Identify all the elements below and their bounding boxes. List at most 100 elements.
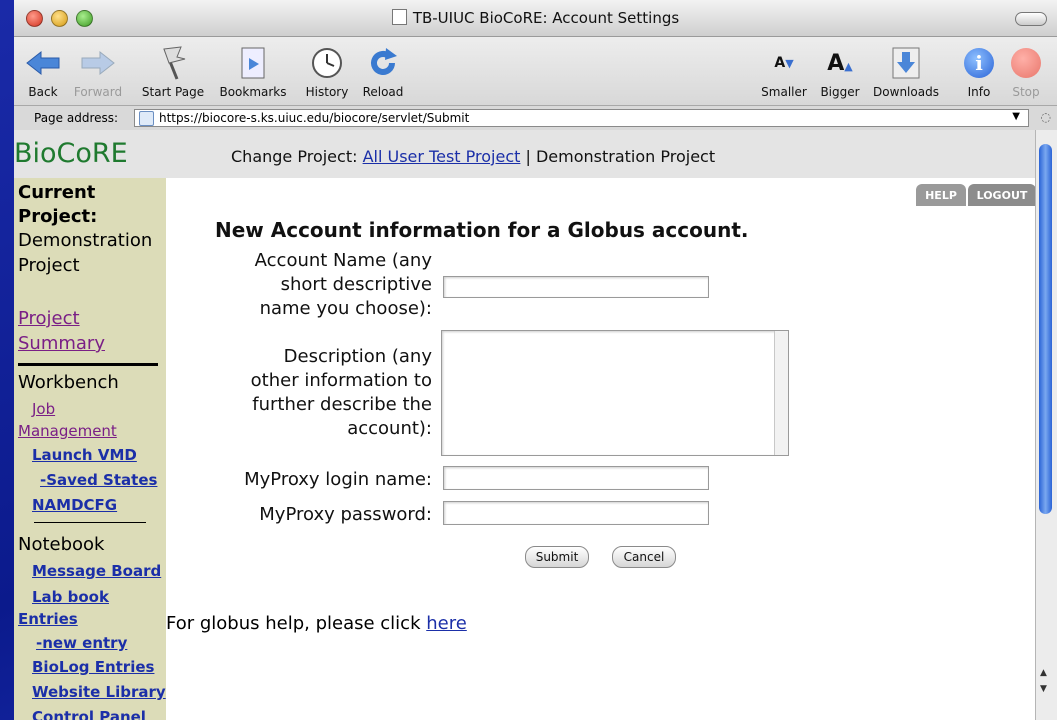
account-name-input[interactable] [443, 276, 709, 298]
reload-label: Reload [362, 85, 404, 99]
description-label-line-1: Description (any [283, 346, 432, 367]
page-content: BioCoRE Change Project: All User Test Pr… [14, 130, 1036, 720]
control-panel-link[interactable]: Control Panel [32, 708, 146, 720]
browser-toolbar: Back Forward Start Page Bookmarks Histor… [14, 37, 1057, 106]
smaller-text-button[interactable]: A▼ Smaller [756, 41, 812, 99]
myproxy-password-input[interactable] [443, 501, 709, 525]
address-bar: Page address: https://biocore-s.ks.uiuc.… [14, 106, 1057, 131]
title-bar: TB-UIUC BioCoRE: Account Settings [14, 0, 1057, 37]
url-field[interactable]: https://biocore-s.ks.uiuc.edu/biocore/se… [134, 109, 1029, 127]
window-title-text: TB-UIUC BioCoRE: Account Settings [412, 9, 680, 27]
history-label: History [305, 85, 349, 99]
description-label-line-4: account): [347, 418, 432, 439]
myproxy-login-label: MyProxy login name: [244, 469, 432, 490]
bigger-label: Bigger [820, 85, 860, 99]
toolbar-toggle-button[interactable] [1015, 12, 1047, 26]
myproxy-login-input[interactable] [443, 466, 709, 490]
bookmarks-label: Bookmarks [219, 85, 287, 99]
bookmarks-button[interactable]: Bookmarks [216, 41, 290, 99]
bigger-text-icon: A▲ [827, 50, 853, 76]
page-heading: New Account information for a Globus acc… [215, 218, 749, 242]
job-management-link-2[interactable]: Management [18, 422, 117, 440]
stop-button[interactable]: Stop [1008, 41, 1044, 99]
saved-states-link[interactable]: -Saved States [40, 471, 157, 489]
sidebar: Current Project: Demonstration Project P… [14, 178, 166, 720]
document-icon [391, 9, 407, 25]
scroll-down-arrow-icon[interactable]: ▼ [1040, 684, 1047, 694]
window-title: TB-UIUC BioCoRE: Account Settings [14, 9, 1057, 27]
description-label-line-3: further describe the [252, 394, 432, 415]
description-textarea[interactable] [441, 330, 789, 456]
launch-vmd-link[interactable]: Launch VMD [32, 446, 137, 464]
downloads-label: Downloads [873, 85, 939, 99]
current-project-label-2: Project: [18, 206, 98, 227]
page-address-label: Page address: [34, 111, 119, 125]
change-project-bar: Change Project: All User Test Project | … [231, 147, 715, 166]
forward-arrow-icon [81, 50, 115, 76]
description-label: Description (any other information to fu… [206, 345, 432, 441]
reload-icon [371, 48, 397, 75]
scroll-up-arrow-icon[interactable]: ▲ [1040, 668, 1047, 678]
bigger-text-button[interactable]: A▲ Bigger [816, 41, 864, 100]
bookmarks-book-icon [241, 47, 265, 79]
downloads-button[interactable]: Downloads [870, 41, 942, 99]
url-dropdown-icon[interactable]: ▼ [1012, 111, 1020, 122]
info-button[interactable]: i Info [962, 41, 996, 99]
start-page-label: Start Page [141, 85, 205, 99]
project-separator: | [525, 147, 531, 166]
workbench-heading: Workbench [18, 372, 119, 393]
current-project-label-1: Current [18, 182, 96, 203]
smaller-text-icon: A▼ [774, 55, 794, 71]
start-page-flag-icon [163, 46, 186, 80]
browser-window: TB-UIUC BioCoRE: Account Settings Back F… [14, 0, 1057, 720]
current-project-value-2: Project [18, 255, 80, 276]
account-name-label-line-3: name you choose): [259, 298, 432, 319]
stop-icon [1011, 48, 1041, 78]
stop-label: Stop [1012, 85, 1040, 99]
submit-button[interactable]: Submit [525, 546, 589, 568]
account-name-label: Account Name (any short descriptive name… [206, 249, 432, 321]
biocore-logo: BioCoRE [14, 138, 128, 169]
all-user-test-project-link[interactable]: All User Test Project [363, 147, 521, 166]
account-name-label-line-1: Account Name (any [254, 250, 432, 271]
history-button[interactable]: History [300, 41, 354, 99]
sidebar-divider-1 [18, 363, 158, 366]
start-page-button[interactable]: Start Page [136, 41, 210, 99]
new-entry-link[interactable]: -new entry [36, 634, 127, 652]
back-arrow-icon [26, 50, 60, 76]
job-management-link-1[interactable]: Job [32, 400, 55, 418]
namdcfg-link[interactable]: NAMDCFG [32, 496, 117, 514]
url-text: https://biocore-s.ks.uiuc.edu/biocore/se… [159, 111, 470, 125]
description-scrollbar[interactable] [774, 331, 788, 455]
forward-button[interactable]: Forward [70, 41, 126, 99]
account-name-label-line-2: short descriptive [280, 274, 432, 295]
main-panel: HELP LOGOUT New Account information for … [166, 178, 1036, 720]
back-label: Back [28, 85, 58, 99]
lab-book-link-2[interactable]: Entries [18, 610, 78, 628]
site-favicon-icon [139, 111, 154, 126]
info-icon: i [964, 48, 994, 78]
change-project-label: Change Project: [231, 147, 358, 166]
myproxy-password-label: MyProxy password: [259, 504, 432, 525]
reload-button[interactable]: Reload [356, 41, 410, 99]
biocore-header: BioCoRE Change Project: All User Test Pr… [14, 130, 1036, 178]
history-clock-icon [312, 48, 342, 78]
logout-button[interactable]: LOGOUT [968, 184, 1036, 206]
globus-help-link[interactable]: here [426, 613, 467, 634]
smaller-label: Smaller [761, 85, 807, 99]
lab-book-link-1[interactable]: Lab book [32, 588, 109, 606]
project-summary-link-2[interactable]: Summary [18, 333, 105, 354]
message-board-link[interactable]: Message Board [32, 562, 161, 580]
website-library-link[interactable]: Website Library [32, 683, 166, 701]
biolog-entries-link[interactable]: BioLog Entries [32, 658, 154, 676]
project-summary-link-1[interactable]: Project [18, 308, 80, 329]
back-button[interactable]: Back [18, 41, 68, 99]
info-label: Info [967, 85, 991, 99]
cancel-button[interactable]: Cancel [612, 546, 676, 568]
downloads-icon [892, 47, 920, 79]
scrollbar-thumb[interactable] [1039, 144, 1052, 514]
forward-label: Forward [73, 85, 123, 99]
help-button[interactable]: HELP [916, 184, 966, 206]
page-scrollbar[interactable]: ▲ ▼ [1035, 130, 1057, 720]
description-label-line-2: other information to [250, 370, 432, 391]
